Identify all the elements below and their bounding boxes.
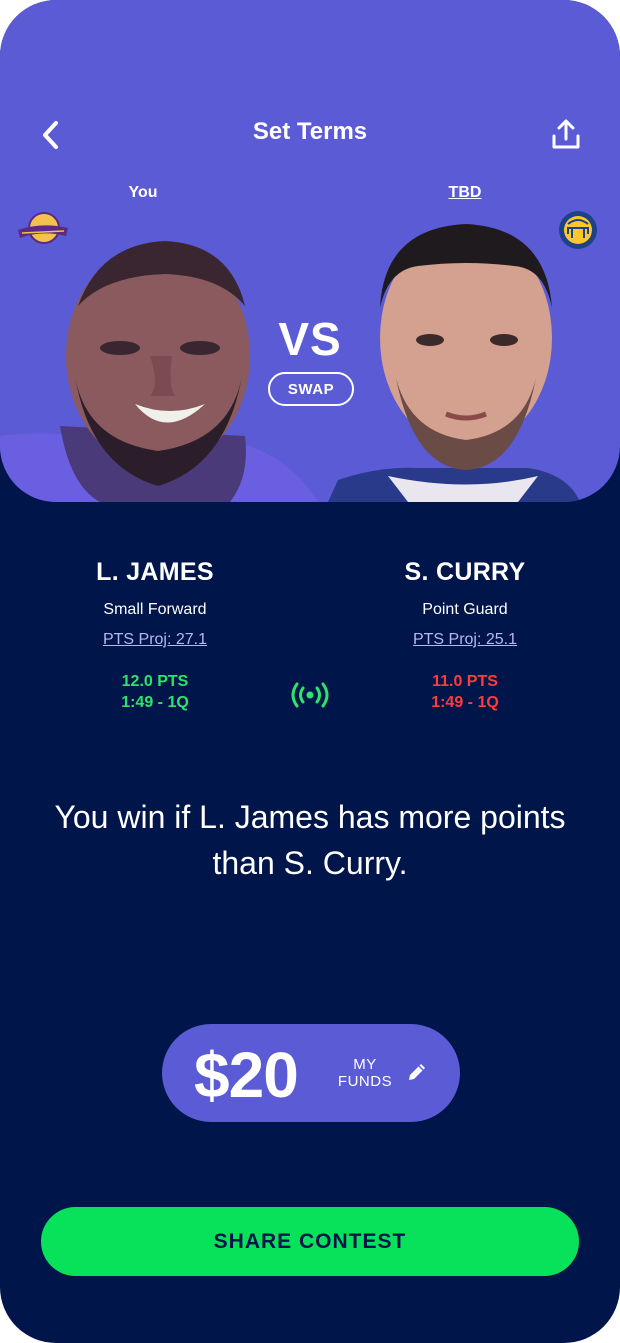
left-player-owner-label: You xyxy=(128,184,158,201)
right-player-points: 11.0 PTS xyxy=(432,673,498,690)
left-player-game-clock: 1:49 - 1Q xyxy=(121,694,189,711)
right-player-projection-link[interactable]: PTS Proj: 25.1 xyxy=(355,631,575,649)
screen: Set Terms You TBD VS SWAP L. JAMES Small… xyxy=(0,0,620,1343)
right-player-name: S. CURRY xyxy=(404,558,526,586)
win-condition-text: You win if L. James has more points than… xyxy=(54,799,566,881)
right-player-position: Point Guard xyxy=(422,601,508,618)
lakers-logo xyxy=(18,212,68,244)
funds-label: MY FUNDS xyxy=(334,1056,396,1090)
left-player-name: L. JAMES xyxy=(96,558,214,586)
live-broadcast-icon xyxy=(291,682,329,708)
matchup-header: Set Terms You TBD VS SWAP xyxy=(0,0,620,502)
wager-amount: $20 xyxy=(194,1039,299,1111)
right-player-live-score: 11.0 PTS 1:49 - 1Q xyxy=(355,671,575,713)
player-left-photo xyxy=(0,241,318,502)
swap-button[interactable]: SWAP xyxy=(268,372,354,406)
warriors-logo xyxy=(559,211,597,249)
left-player-position: Small Forward xyxy=(103,601,207,618)
share-upload-icon xyxy=(552,119,580,149)
right-player-game-clock: 1:49 - 1Q xyxy=(431,694,499,711)
opponent-tbd-link[interactable]: TBD xyxy=(425,184,505,202)
funds-label-line2: FUNDS xyxy=(337,1073,393,1090)
left-player-projection-link[interactable]: PTS Proj: 27.1 xyxy=(45,631,265,649)
left-player-points: 12.0 PTS xyxy=(121,673,189,690)
funds-label-line1: MY xyxy=(353,1056,377,1073)
left-player-live-score: 12.0 PTS 1:49 - 1Q xyxy=(45,671,265,713)
right-player-info: S. CURRY Point Guard PTS Proj: 25.1 11.0… xyxy=(355,558,575,713)
left-player-info: L. JAMES Small Forward PTS Proj: 27.1 12… xyxy=(45,558,265,713)
funds-selector[interactable]: $20 MY FUNDS xyxy=(162,1024,460,1122)
page-title: Set Terms xyxy=(252,118,368,145)
share-button[interactable] xyxy=(546,114,586,154)
pencil-icon[interactable] xyxy=(406,1061,428,1083)
share-contest-button[interactable]: SHARE CONTEST xyxy=(41,1207,579,1276)
versus-label: VS xyxy=(278,313,342,365)
